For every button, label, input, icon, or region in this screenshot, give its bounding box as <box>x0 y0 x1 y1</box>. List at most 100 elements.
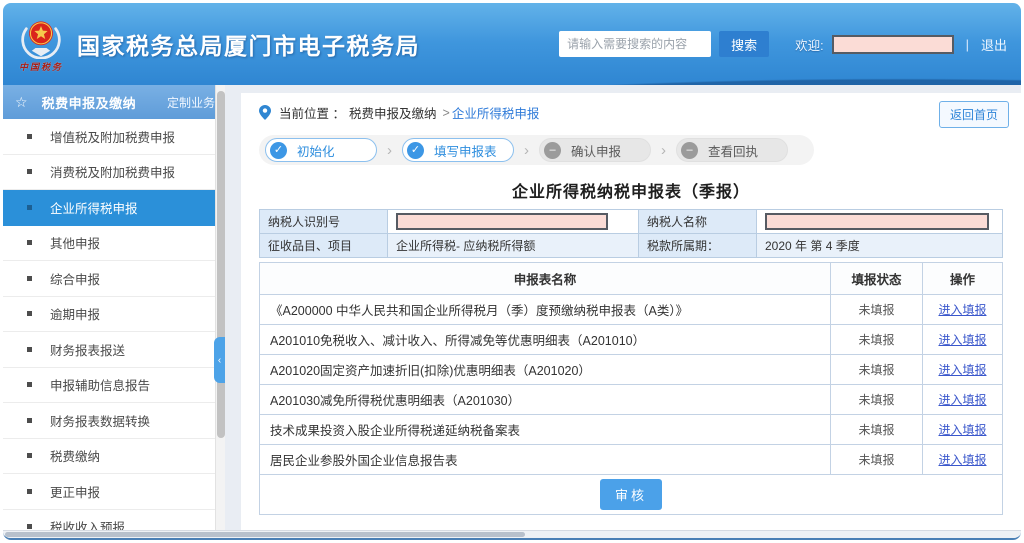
step-state-icon: ✓ <box>407 142 424 159</box>
sidebar-item[interactable]: 更正申报 <box>3 474 225 510</box>
taxpayer-info-table: 纳税人识别号 纳税人名称 征收品目、项目 企业所得税- 应纳税所得额 税款所属期… <box>259 209 1003 258</box>
table-row: 居民企业参股外国企业信息报告表 未填报 进入填报 <box>260 445 1003 475</box>
step-state-icon: ✓ <box>270 142 287 159</box>
sidebar-item-label: 逾期申报 <box>50 304 100 323</box>
column-header-action: 操作 <box>923 263 1003 295</box>
step-state-icon: – <box>681 142 698 159</box>
sidebar-item[interactable]: 税收收入预报 <box>3 510 225 531</box>
return-home-button[interactable]: 返回首页 <box>939 101 1009 128</box>
sidebar-scrollbar-thumb[interactable] <box>217 91 225 438</box>
enter-fill-link[interactable]: 进入填报 <box>938 453 986 467</box>
step-state-icon: – <box>544 142 561 159</box>
horizontal-scrollbar-thumb[interactable] <box>5 532 525 537</box>
table-row: 技术成果投资入股企业所得税递延纳税备案表 未填报 进入填报 <box>260 415 1003 445</box>
breadcrumb-parent[interactable]: 税费申报及缴纳 <box>349 103 437 122</box>
sidebar-item[interactable]: 增值税及附加税费申报 <box>3 119 225 155</box>
step-separator-icon: › <box>387 142 392 159</box>
progress-step: ✓ 填写申报表 <box>402 138 514 162</box>
step-label: 初始化 <box>297 141 335 160</box>
sidebar-header: ☆ 税费申报及缴纳 定制业务 <box>3 85 225 119</box>
sidebar-scrollbar[interactable] <box>215 85 225 530</box>
enter-fill-link[interactable]: 进入填报 <box>938 393 986 407</box>
sidebar-header-title: 税费申报及缴纳 <box>42 93 137 112</box>
sidebar-item[interactable]: 税费缴纳 <box>3 439 225 475</box>
taxpayer-name-label: 纳税人名称 <box>639 210 757 234</box>
sidebar-item[interactable]: 财务报表报送 <box>3 332 225 368</box>
sidebar-item-label: 财务报表报送 <box>50 340 125 359</box>
tax-emblem-icon <box>19 15 63 59</box>
form-title: 企业所得税纳税申报表（季报） <box>259 178 1003 202</box>
taxpayer-name-value <box>757 210 1003 234</box>
form-name-cell: A201010免税收入、减计收入、所得减免等优惠明细表（A201010） <box>260 325 831 355</box>
step-label: 确认申报 <box>571 141 621 160</box>
main-panel: 当前位置 ： 税费申报及缴纳 > 企业所得税申报 返回首页 ✓ 初始化 › ✓ … <box>241 93 1021 530</box>
sidebar-item[interactable]: 逾期申报 <box>3 297 225 333</box>
custom-business-link[interactable]: 定制业务 <box>167 94 215 111</box>
app-window: 中国税务 国家税务总局厦门市电子税务局 搜索 欢迎: | 退出 ☆ 税费申报及缴… <box>0 0 1024 543</box>
sidebar-item-label: 更正申报 <box>50 482 100 501</box>
sidebar-item[interactable]: 其他申报 <box>3 226 225 262</box>
table-row: A201010免税收入、减计收入、所得减免等优惠明细表（A201010） 未填报… <box>260 325 1003 355</box>
bullet-icon <box>27 347 32 352</box>
location-pin-icon <box>259 105 271 120</box>
review-button[interactable]: 审核 <box>600 479 662 510</box>
sidebar-item-label: 企业所得税申报 <box>50 198 138 217</box>
sidebar-collapse-button[interactable]: ‹ <box>214 337 225 383</box>
table-row: A201020固定资产加速折旧(扣除)优惠明细表（A201020） 未填报 进入… <box>260 355 1003 385</box>
sidebar-item-label: 税收收入预报 <box>50 517 125 530</box>
declaration-table-header-row: 申报表名称 填报状态 操作 <box>260 263 1003 295</box>
breadcrumb-label: 当前位置 ： <box>279 103 345 122</box>
enter-fill-link[interactable]: 进入填报 <box>938 333 986 347</box>
breadcrumb-current[interactable]: 企业所得税申报 <box>452 103 540 122</box>
enter-fill-link[interactable]: 进入填报 <box>938 363 986 377</box>
sidebar-item-label: 申报辅助信息报告 <box>50 375 150 394</box>
progress-step: – 查看回执 <box>676 138 788 162</box>
form-name-cell: A201030减免所得税优惠明细表（A201030） <box>260 385 831 415</box>
bullet-icon <box>27 453 32 458</box>
logout-link[interactable]: 退出 <box>981 35 1007 54</box>
search-input[interactable] <box>559 31 711 57</box>
tax-period-label: 税款所属期： <box>639 234 757 258</box>
sidebar-item[interactable]: 消费税及附加税费申报 <box>3 155 225 191</box>
declaration-table: 申报表名称 填报状态 操作 《A200000 中华人民共和国企业所得税月（季）度… <box>259 262 1003 515</box>
app-header: 中国税务 国家税务总局厦门市电子税务局 搜索 欢迎: | 退出 <box>3 3 1021 85</box>
progress-step: – 确认申报 <box>539 138 651 162</box>
sidebar-item[interactable]: 申报辅助信息报告 <box>3 368 225 404</box>
column-header-status: 填报状态 <box>831 263 923 295</box>
review-row: 审核 <box>260 475 1003 515</box>
header-divider: | <box>966 37 969 52</box>
declaration-table-body: 《A200000 中华人民共和国企业所得税月（季）度预缴纳税申报表（A类）》 未… <box>260 295 1003 475</box>
step-label: 填写申报表 <box>434 141 497 160</box>
fill-status-cell: 未填报 <box>831 445 923 475</box>
bullet-icon <box>27 489 32 494</box>
sidebar-item[interactable]: 财务报表数据转换 <box>3 403 225 439</box>
enter-fill-link[interactable]: 进入填报 <box>938 303 986 317</box>
bullet-icon <box>27 276 32 281</box>
welcome-label: 欢迎: <box>795 35 823 54</box>
bullet-icon <box>27 524 32 529</box>
bullet-icon <box>27 134 32 139</box>
sidebar-menu: 增值税及附加税费申报 消费税及附加税费申报 企业所得税申报 其他申报 综合申报 … <box>3 119 225 530</box>
collection-item-label: 征收品目、项目 <box>260 234 388 258</box>
sidebar: ☆ 税费申报及缴纳 定制业务 增值税及附加税费申报 消费税及附加税费申报 企业所… <box>3 85 225 530</box>
sidebar-item-label: 其他申报 <box>50 233 100 252</box>
logo: 中国税务 <box>19 15 63 73</box>
form-name-cell: 《A200000 中华人民共和国企业所得税月（季）度预缴纳税申报表（A类）》 <box>260 295 831 325</box>
sidebar-item[interactable]: 企业所得税申报 <box>3 190 225 226</box>
taxpayer-id-redacted <box>396 213 608 230</box>
sidebar-item[interactable]: 综合申报 <box>3 261 225 297</box>
bullet-icon <box>27 205 32 210</box>
form-name-cell: 居民企业参股外国企业信息报告表 <box>260 445 831 475</box>
horizontal-scrollbar[interactable] <box>3 530 1021 538</box>
star-icon: ☆ <box>15 94 28 111</box>
bullet-icon <box>27 240 32 245</box>
body-row: ☆ 税费申报及缴纳 定制业务 增值税及附加税费申报 消费税及附加税费申报 企业所… <box>3 85 1021 530</box>
main-area: 当前位置 ： 税费申报及缴纳 > 企业所得税申报 返回首页 ✓ 初始化 › ✓ … <box>225 85 1021 530</box>
form-name-cell: 技术成果投资入股企业所得税递延纳税备案表 <box>260 415 831 445</box>
table-row: A201030减免所得税优惠明细表（A201030） 未填报 进入填报 <box>260 385 1003 415</box>
search-button[interactable]: 搜索 <box>719 31 769 57</box>
bullet-icon <box>27 382 32 387</box>
header-right: 搜索 欢迎: | 退出 <box>559 31 1007 57</box>
enter-fill-link[interactable]: 进入填报 <box>938 423 986 437</box>
taxpayer-name-redacted <box>765 213 989 230</box>
